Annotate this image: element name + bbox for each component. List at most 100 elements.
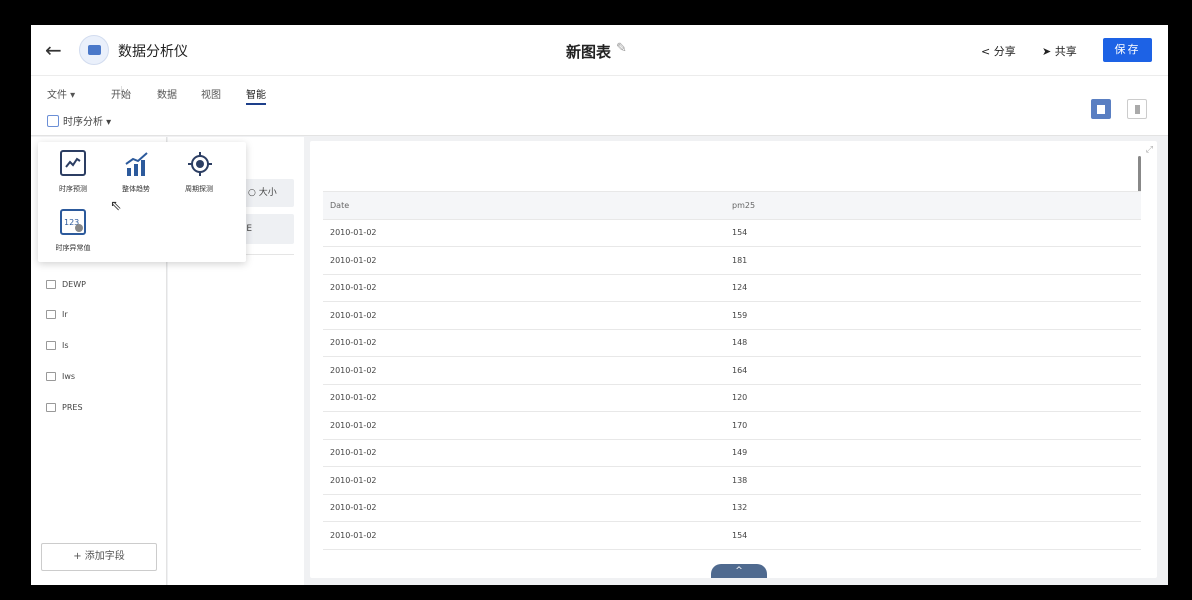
menu-bar: 文件 ▾ 开始 数据 视图 智能 时序分析 ▾ — [31, 76, 1168, 136]
collab-share-label: 共享 — [1054, 45, 1077, 58]
edit-pencil-icon[interactable]: ✎ — [616, 41, 627, 56]
back-arrow-icon[interactable]: ← — [45, 38, 62, 62]
table-row[interactable]: 2010-01-02 132 — [323, 494, 1141, 522]
cell-pm25: 181 — [725, 246, 1141, 275]
number-field-icon — [46, 372, 56, 381]
cell-date: 2010-01-02 — [323, 356, 725, 385]
app-window: ← 数据分析仪 新图表 ✎ < 分享 ➤ 共享 保存 文件 ▾ 开始 数据 视图… — [31, 25, 1168, 585]
cell-date: 2010-01-02 — [323, 466, 725, 495]
app-logo-icon — [79, 35, 109, 65]
menu-smart[interactable]: 智能 — [246, 86, 266, 105]
menu-data[interactable]: 数据 — [157, 86, 177, 101]
share-label: 分享 — [993, 45, 1016, 58]
popup-item-label: 周期探测 — [185, 185, 213, 193]
size-button[interactable]: ○ 大小 — [240, 179, 294, 207]
table-row[interactable]: 2010-01-02 154 — [323, 219, 1141, 247]
anomaly-123-icon: 123 — [60, 209, 86, 235]
period-detect-item[interactable]: 周期探测 — [169, 150, 229, 194]
add-field-button[interactable]: + 添加字段 — [41, 543, 157, 571]
cell-date: 2010-01-02 — [323, 246, 725, 275]
popup-item-label: 时序预测 — [59, 185, 87, 193]
cell-pm25: 154 — [725, 521, 1141, 550]
timeseries-analysis-dropdown[interactable]: 时序分析 ▾ — [47, 113, 111, 128]
mouse-cursor-icon: ⇖ — [110, 198, 122, 214]
ts-anomaly-item[interactable]: 123 时序异常值 — [43, 209, 103, 253]
data-table: Date pm25 2010-01-02 154 2010-01-02 181 2010… — [323, 191, 1141, 550]
field-item[interactable]: Iws — [46, 372, 75, 381]
number-field-icon — [46, 403, 56, 412]
field-item[interactable]: Is — [46, 341, 69, 350]
ts-forecast-item[interactable]: 时序预测 — [43, 150, 103, 194]
field-name: Iws — [62, 372, 76, 381]
top-header: ← 数据分析仪 新图表 ✎ < 分享 ➤ 共享 保存 — [31, 25, 1168, 76]
menu-file[interactable]: 文件 ▾ — [47, 86, 75, 101]
smart-analysis-popup: 时序预测 整体趋势 周期探测 123 时序异常值 ⇖ — [38, 142, 246, 262]
size-icon: ○ — [248, 188, 259, 198]
app-name: 数据分析仪 — [118, 44, 188, 60]
cell-pm25: 120 — [725, 384, 1141, 412]
table-row[interactable]: 2010-01-02 159 — [323, 301, 1141, 330]
menu-start[interactable]: 开始 — [111, 86, 131, 101]
table-row[interactable]: 2010-01-02 170 — [323, 411, 1141, 440]
line-chart-icon — [60, 150, 86, 176]
number-field-icon — [46, 280, 56, 289]
cell-pm25: 132 — [725, 494, 1141, 522]
layout-toggle-right[interactable] — [1127, 99, 1147, 119]
table-row[interactable]: 2010-01-02 148 — [323, 329, 1141, 357]
menu-view[interactable]: 视图 — [201, 86, 221, 101]
cell-date: 2010-01-02 — [323, 329, 725, 357]
share-button[interactable]: < 分享 — [981, 43, 1016, 59]
cell-date: 2010-01-02 — [323, 439, 725, 467]
number-field-icon — [46, 341, 56, 350]
send-icon: ➤ — [1042, 45, 1055, 58]
cell-pm25: 138 — [725, 466, 1141, 495]
data-table-panel: ⤢ Date pm25 2010-01-02 154 2010-01-02 181 20… — [310, 141, 1157, 578]
table-row[interactable]: 2010-01-02 154 — [323, 521, 1141, 550]
expand-icon[interactable]: ⤢ — [1146, 145, 1153, 155]
cell-date: 2010-01-02 — [323, 384, 725, 412]
collapse-panel-button[interactable]: ^ — [711, 564, 767, 578]
cell-pm25: 159 — [725, 301, 1141, 330]
number-field-icon — [46, 310, 56, 319]
field-name: Ir — [62, 310, 68, 319]
target-icon — [186, 150, 212, 176]
field-name: Is — [62, 341, 69, 350]
table-row[interactable]: 2010-01-02 149 — [323, 439, 1141, 467]
layout-toggle-left[interactable] — [1091, 99, 1111, 119]
overall-trend-item[interactable]: 整体趋势 — [106, 150, 166, 194]
field-item[interactable]: DEWP — [46, 280, 86, 289]
field-item[interactable]: Ir — [46, 310, 68, 319]
table-row[interactable]: 2010-01-02 124 — [323, 274, 1141, 302]
cell-date: 2010-01-02 — [323, 274, 725, 302]
field-name: PRES — [62, 403, 83, 412]
share-icon: < — [981, 45, 994, 58]
column-header-date[interactable]: Date — [323, 191, 725, 220]
document-title[interactable]: 新图表 — [566, 41, 611, 62]
table-row[interactable]: 2010-01-02 181 — [323, 246, 1141, 275]
cell-pm25: 154 — [725, 219, 1141, 247]
save-button[interactable]: 保存 — [1103, 38, 1152, 62]
cell-pm25: 124 — [725, 274, 1141, 302]
column-header-pm25[interactable]: pm25 — [725, 191, 1141, 220]
collab-share-button[interactable]: ➤ 共享 — [1042, 43, 1077, 59]
cell-pm25: 149 — [725, 439, 1141, 467]
trend-bars-icon — [123, 150, 149, 176]
size-label: 大小 — [258, 188, 277, 198]
cell-date: 2010-01-02 — [323, 219, 725, 247]
table-row[interactable]: 2010-01-02 120 — [323, 384, 1141, 412]
field-name: DEWP — [62, 280, 86, 289]
popup-item-label: 整体趋势 — [122, 185, 150, 193]
cell-pm25: 170 — [725, 411, 1141, 440]
cell-date: 2010-01-02 — [323, 494, 725, 522]
cell-pm25: 148 — [725, 329, 1141, 357]
timeseries-dropdown-label: 时序分析 ▾ — [63, 117, 112, 128]
timeseries-icon — [47, 115, 59, 127]
table-row[interactable]: 2010-01-02 138 — [323, 466, 1141, 495]
cell-date: 2010-01-02 — [323, 301, 725, 330]
chevron-up-icon: ^ — [735, 566, 743, 576]
table-header-row: Date pm25 — [323, 191, 1141, 220]
table-row[interactable]: 2010-01-02 164 — [323, 356, 1141, 385]
cell-date: 2010-01-02 — [323, 521, 725, 550]
field-item[interactable]: PRES — [46, 403, 83, 412]
cell-date: 2010-01-02 — [323, 411, 725, 440]
